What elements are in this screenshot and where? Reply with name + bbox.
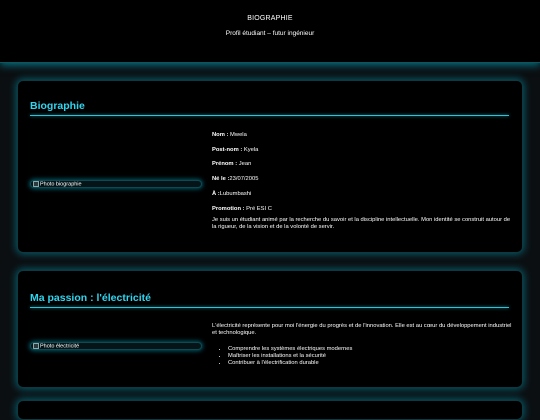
passion-list: Comprendre les systèmes électriques mode… (216, 346, 352, 368)
passion-heading: Ma passion : l'électricité (30, 292, 151, 304)
broken-image-icon (33, 343, 39, 349)
field-value: Jean (237, 161, 252, 167)
list-item: Contribuer à l'électrification durable (228, 360, 352, 367)
page-header: BIOGRAPHIE Profil étudiant – futur ingén… (0, 0, 540, 63)
biography-photo: Photo biographie (30, 180, 202, 188)
biography-heading: Biographie (30, 100, 85, 112)
field-label: Post-nom : (212, 147, 243, 153)
field-lieu: À :Lubumbashi (212, 191, 251, 198)
field-value: 23/07/2005 (229, 176, 259, 182)
field-label: Né le : (212, 176, 230, 182)
field-label: Nom : (212, 132, 229, 138)
field-post-nom: Post-nom : Kyela (212, 147, 258, 154)
passion-photo-alt: Photo électricité (40, 343, 80, 350)
field-value: Lubumbashi (219, 191, 252, 197)
page-subtitle: Profil étudiant – futur ingénieur (225, 30, 315, 37)
field-value: Mwela (228, 132, 247, 138)
passion-card: Ma passion : l'électricité Photo électri… (17, 270, 523, 388)
passion-divider (30, 307, 509, 308)
page-title: BIOGRAPHIE (247, 15, 293, 22)
field-label: Prénom : (212, 161, 238, 167)
field-nom: Nom : Mwela (212, 132, 247, 139)
field-prenom: Prénom : Jean (212, 161, 251, 168)
passion-intro: L'électricité représente pour moi l'éner… (212, 323, 512, 337)
biography-description: Je suis un étudiant animé par la recherc… (212, 217, 511, 231)
biography-card: Biographie Photo biographie Nom : Mwela … (17, 80, 523, 253)
field-label: À : (212, 191, 220, 197)
field-promotion: Promotion : Pré ESI C (212, 206, 272, 213)
passion-photo: Photo électricité (30, 342, 202, 350)
field-value: Pré ESI C (244, 206, 272, 212)
field-label: Promotion : (212, 206, 245, 212)
field-value: Kyela (242, 147, 259, 153)
biography-divider (30, 115, 509, 116)
next-card (17, 400, 523, 420)
list-item: Comprendre les systèmes électriques mode… (228, 346, 352, 353)
biography-photo-alt: Photo biographie (40, 181, 82, 188)
field-ne-le: Né le :23/07/2005 (212, 176, 258, 183)
list-item: Maîtriser les installations et la sécuri… (228, 353, 352, 360)
broken-image-icon (33, 181, 39, 187)
